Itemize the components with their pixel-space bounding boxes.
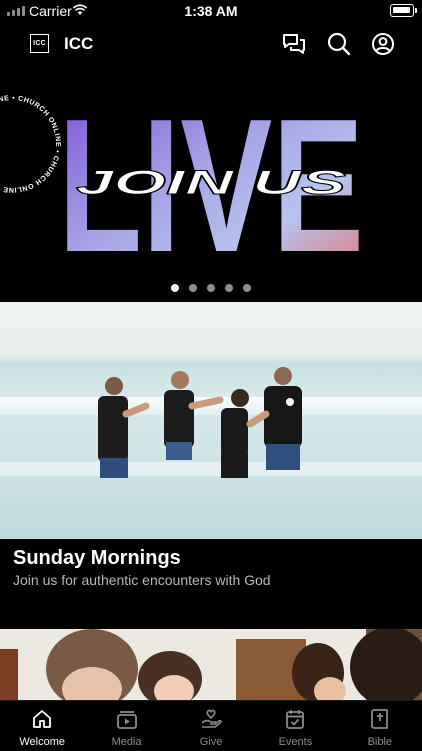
bible-icon bbox=[370, 709, 388, 729]
group-photo[interactable] bbox=[0, 629, 422, 700]
calendar-check-icon bbox=[286, 710, 305, 729]
home-icon bbox=[33, 710, 52, 728]
status-bar: Carrier 1:38 AM bbox=[0, 0, 422, 22]
tab-label: Welcome bbox=[19, 736, 66, 748]
battery-icon bbox=[390, 4, 417, 17]
card-subtitle: Join us for authentic encounters with Go… bbox=[13, 572, 271, 588]
clock: 1:38 AM bbox=[184, 3, 238, 19]
carousel-pagination[interactable] bbox=[0, 284, 422, 292]
join-us-text: JOIN US bbox=[76, 164, 347, 202]
search-button[interactable] bbox=[326, 31, 352, 57]
baptism-photo[interactable] bbox=[0, 302, 422, 539]
chat-button[interactable] bbox=[281, 31, 307, 57]
page-dot[interactable] bbox=[189, 284, 197, 292]
page-dot[interactable] bbox=[225, 284, 233, 292]
account-icon bbox=[372, 33, 394, 55]
tab-label: Events bbox=[278, 736, 313, 748]
page-dot[interactable] bbox=[171, 284, 179, 292]
search-icon bbox=[327, 32, 351, 56]
group-photo-image bbox=[0, 629, 422, 700]
hero-banner[interactable]: LIVE JOIN US CHURCH ONLINE • CHURCH ONLI… bbox=[0, 66, 422, 302]
profile-button[interactable] bbox=[370, 31, 396, 57]
page-dot[interactable] bbox=[207, 284, 215, 292]
tab-welcome[interactable]: Welcome bbox=[0, 701, 84, 751]
tab-give[interactable]: Give bbox=[169, 701, 253, 751]
card-title[interactable]: Sunday Mornings bbox=[13, 547, 181, 570]
tab-bible[interactable]: Bible bbox=[338, 701, 422, 751]
people-in-water bbox=[98, 367, 302, 478]
tab-bar: Welcome Media Give Events Bible bbox=[0, 700, 422, 751]
app-header: ICC ICC bbox=[0, 22, 422, 66]
tab-label: Bible bbox=[367, 736, 393, 748]
media-play-icon bbox=[116, 711, 137, 729]
live-graphic: LIVE JOIN US CHURCH ONLINE • CHURCH ONLI… bbox=[0, 66, 364, 292]
church-online-ring: CHURCH ONLINE • CHURCH ONLINE • CHURCH O… bbox=[0, 66, 61, 193]
tab-label: Media bbox=[111, 736, 142, 748]
tab-events[interactable]: Events bbox=[253, 701, 337, 751]
app-title: ICC bbox=[64, 34, 94, 53]
chat-icon bbox=[283, 34, 305, 54]
page-dot[interactable] bbox=[243, 284, 251, 292]
church-online-ring-text: CHURCH ONLINE • CHURCH ONLINE • CHURCH O… bbox=[0, 66, 60, 193]
tab-media[interactable]: Media bbox=[84, 701, 168, 751]
give-hand-icon bbox=[201, 709, 222, 728]
tab-label: Give bbox=[199, 736, 223, 748]
app-logo[interactable]: ICC bbox=[30, 34, 49, 53]
